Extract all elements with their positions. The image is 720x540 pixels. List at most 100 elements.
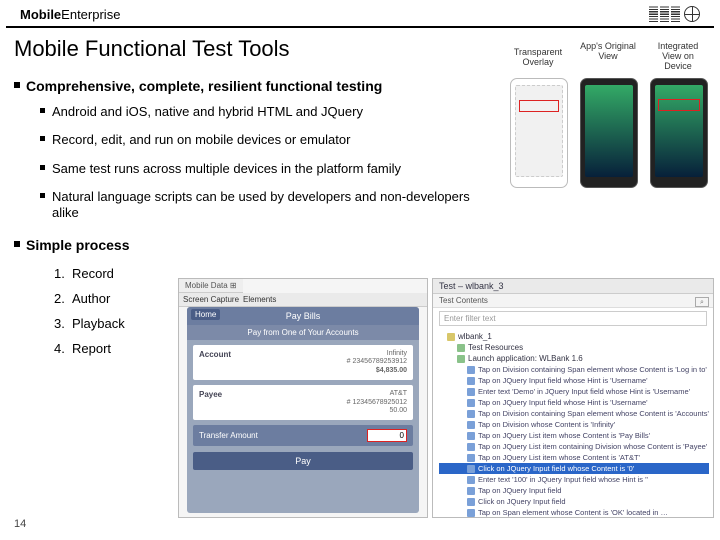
app-subhead: Pay from One of Your Accounts [187,325,419,340]
tree-node: Enter text 'Demo' in JQuery Input field … [439,386,709,397]
elements-button: Elements [243,295,276,304]
tree-node-label: Tap on JQuery Input field whose Hint is … [478,398,648,407]
tree-node-label: Tap on Division whose Content is 'Infini… [478,420,615,429]
tree-node-label: Tap on JQuery List item whose Content is… [478,453,640,462]
test-tree-panel: Test – wlbank_3 Test Contents ⌕ Enter fi… [432,278,714,518]
page-number: 14 [14,518,26,530]
mobile-data-tab: Mobile Data ⊞ [179,279,243,293]
filter-input: Enter filter text [439,311,707,326]
tree-node-label: Click on JQuery Input field [478,497,566,506]
tree-node-label: Tap on JQuery List item whose Content is… [478,431,650,440]
list-item: Record, edit, and run on mobile devices … [40,126,496,154]
globe-icon [684,6,700,22]
tree-node-icon [467,487,475,495]
tree-node: Tap on JQuery List item containing Divis… [439,441,709,452]
phone-label: Integrated View on Device [648,42,708,72]
phones-illustration: Transparent Overlay App's Original View … [504,42,714,212]
tree-node-label: Tap on JQuery Input field [478,486,561,495]
section2-heading: Simple process [14,227,706,257]
phone-label: App's Original View [578,42,638,62]
tree-node-icon [467,432,475,440]
row-value: Infinity # 23456789253912 $4,835.00 [347,350,407,375]
tree-node-label: Enter text 'Demo' in JQuery Input field … [478,387,690,396]
tree-node: Enter text '100' in JQuery Input field w… [439,474,709,485]
screenshot-toolbar: Screen Capture Elements [179,293,427,307]
tree-node-label: Enter text '100' in JQuery Input field w… [478,475,648,484]
tree-node-label: Tap on JQuery Input field whose Hint is … [478,376,648,385]
tree-node-label: Tap on Span element whose Content is 'OK… [478,508,668,517]
tree-node-label: Click on JQuery Input field whose Conten… [478,464,634,473]
step-label: Report [72,341,111,356]
transfer-row: Transfer Amount [193,425,413,446]
tree-node: wlbank_1 [439,331,709,342]
app-body: Home Pay Bills Pay from One of Your Acco… [187,307,419,513]
tree-node-icon [467,388,475,396]
transfer-amount-input [367,429,407,442]
tree-node-label: Launch application: WLBank 1.6 [468,354,583,363]
tree-node: Tap on JQuery Input field [439,485,709,496]
brand-light: Enterprise [61,7,120,22]
ibm-logo [649,6,680,22]
tree-node-icon [467,410,475,418]
tree-node: Tap on Division containing Span element … [439,364,709,375]
tree-node-icon [467,377,475,385]
pay-button: Pay [193,452,413,470]
tree-node-label: Tap on JQuery List item containing Divis… [478,442,707,451]
tree-node: Tap on JQuery List item whose Content is… [439,452,709,463]
tree-node: Tap on JQuery List item whose Content is… [439,430,709,441]
tree-node-label: Tap on Division containing Span element … [478,409,709,418]
tree-node-icon [457,355,465,363]
account-row: Account Infinity # 23456789253912 $4,835… [193,345,413,380]
payee-row: Payee AT&T # 12345678925012 50.00 [193,385,413,420]
brand-bold: Mobile [20,7,61,22]
brand: MobileEnterprise [20,7,120,22]
phone-integrated [650,78,708,188]
tree-node: Tap on JQuery Input field whose Hint is … [439,397,709,408]
app-navbar: Home Pay Bills [187,307,419,325]
row-key: Payee [199,390,222,415]
tree-node-icon [467,399,475,407]
tree-node-label: Test Resources [468,343,523,352]
tree-node: Tap on JQuery Input field whose Hint is … [439,375,709,386]
tree-node-icon [467,454,475,462]
tree-node-icon [467,509,475,517]
phone-label: Transparent Overlay [508,48,568,68]
list-item: Android and iOS, native and hybrid HTML … [40,98,496,126]
tree-node-icon [467,421,475,429]
test-tree: wlbank_1 Test Resources Launch application… [433,329,713,518]
step-label: Record [72,266,114,281]
navbar-title: Pay Bills [286,311,321,321]
tree-node: Tap on Span element whose Content is 'OK… [439,507,709,518]
transfer-label: Transfer Amount [199,431,258,440]
home-button: Home [191,309,220,320]
tree-node-icon [467,476,475,484]
step-label: Author [72,291,110,306]
tree-node-icon [467,366,475,374]
step-label: Playback [72,316,125,331]
tree-node: Tap on Division containing Span element … [439,408,709,419]
test-tab: Test – wlbank_3 [433,279,713,294]
row-key: Account [199,350,231,375]
phone-original [580,78,638,188]
tree-node-label: wlbank_1 [458,332,492,341]
screen-capture-button: Screen Capture [183,295,239,304]
list-item: Natural language scripts can be used by … [40,183,496,228]
tree-node-icon [457,344,465,352]
tree-node: Click on JQuery Input field [439,496,709,507]
slide-header: MobileEnterprise [6,0,714,28]
tree-node-icon [447,333,455,341]
tree-node: Click on JQuery Input field whose Conten… [439,463,709,474]
header-right [649,6,700,22]
tree-node-label: Tap on Division containing Span element … [478,365,707,374]
row-value: AT&T # 12345678925012 50.00 [347,390,407,415]
tree-node: Test Resources [439,342,709,353]
tree-node-icon [467,443,475,451]
tree-node-icon [467,465,475,473]
list-item: Same test runs across multiple devices i… [40,155,496,183]
find-icon: ⌕ [695,297,709,307]
mobile-app-screenshot: Mobile Data ⊞ Screen Capture Elements Ho… [178,278,428,518]
tree-node-icon [467,498,475,506]
tree-node: Tap on Division whose Content is 'Infini… [439,419,709,430]
tree-node: Launch application: WLBank 1.6 [439,353,709,364]
test-subhead: Test Contents [433,294,713,308]
